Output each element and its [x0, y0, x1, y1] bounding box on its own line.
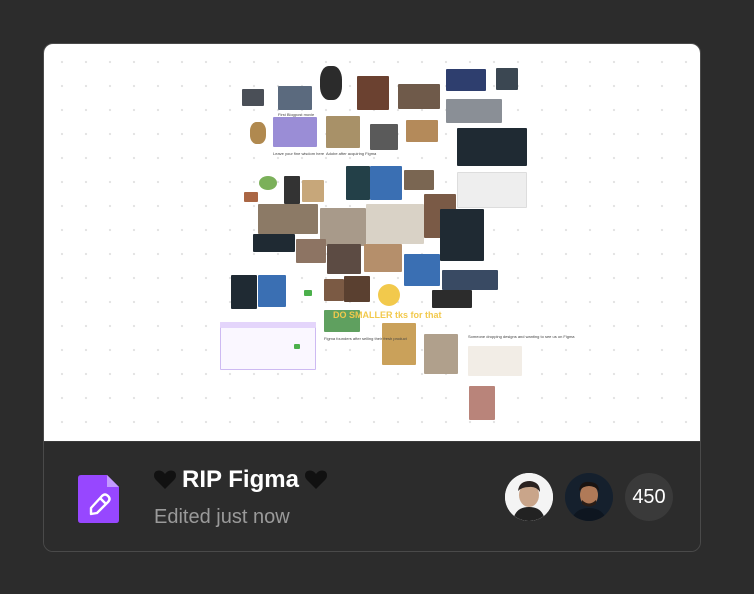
canvas-caption: First Blogpost movie — [278, 112, 315, 117]
collage-image — [326, 116, 360, 148]
collage-image — [496, 68, 518, 90]
collage-image — [258, 204, 318, 234]
collage-image — [344, 276, 370, 302]
collage-image — [406, 120, 438, 142]
collaborator-count[interactable]: 450 — [625, 473, 673, 521]
collage-image — [457, 128, 527, 166]
collage-image — [258, 275, 286, 307]
collage-image — [253, 234, 295, 252]
collage-image — [294, 344, 300, 349]
collage-image — [404, 170, 434, 190]
collage-image — [302, 180, 324, 202]
collage-image — [220, 322, 316, 370]
canvas-caption: Adobe after acquiring Figma — [326, 151, 377, 156]
collage-image — [370, 166, 402, 200]
collage-image — [398, 84, 440, 109]
board-thumbnail[interactable]: First Blogpost movie Leave your fine wis… — [44, 44, 700, 441]
collage-image — [432, 290, 472, 308]
file-title-text: RIP Figma — [182, 466, 299, 493]
user-avatar-image — [565, 473, 613, 521]
canvas-highlight-text: DO SMALLER tks for that — [333, 310, 442, 320]
collage-image — [446, 99, 502, 123]
collage-image — [366, 204, 424, 244]
collage-image — [231, 275, 257, 309]
collage-image — [442, 270, 498, 290]
collage-image — [357, 76, 389, 110]
collage-image — [378, 284, 400, 306]
collage-image — [284, 176, 300, 204]
edited-status: Edited just now — [154, 506, 290, 528]
collage-image — [404, 254, 440, 286]
avatar[interactable] — [565, 473, 613, 521]
collage-image — [304, 290, 312, 296]
black-heart-icon — [154, 470, 176, 489]
file-card[interactable]: First Blogpost movie Leave your fine wis… — [43, 43, 701, 552]
collage-image — [320, 66, 342, 100]
black-heart-icon — [304, 470, 327, 489]
collage-image — [242, 89, 264, 106]
collage-image — [296, 239, 326, 263]
collage-image — [244, 192, 258, 202]
collage-image — [457, 172, 527, 208]
canvas-caption: Someone dropping designs and wanting to … — [468, 334, 575, 339]
collage-image — [469, 386, 495, 420]
collage-image — [424, 334, 458, 374]
collage-image — [440, 209, 484, 261]
collage-image — [320, 208, 366, 246]
canvas-caption: Figma founders after selling their fresh… — [324, 336, 407, 341]
figjam-file-icon — [78, 475, 119, 523]
collage-image — [364, 244, 402, 272]
collage-image — [278, 86, 312, 110]
file-title[interactable]: RIP Figma — [154, 466, 327, 494]
collage-image — [446, 69, 486, 91]
collage-image — [259, 176, 277, 190]
collage-image — [468, 346, 522, 376]
collage-image — [346, 166, 370, 200]
collage-image — [324, 279, 344, 301]
collage-image — [250, 122, 266, 144]
collage-image — [382, 323, 416, 365]
user-avatar-image — [505, 473, 553, 521]
collage-image — [327, 244, 361, 274]
card-footer: RIP Figma Edited just now 450 — [44, 441, 700, 551]
collage-image — [220, 322, 316, 328]
collage-image — [273, 117, 317, 147]
collage-image — [370, 124, 398, 150]
canvas-caption: Leave your fine wisdom here — [273, 151, 325, 156]
avatar[interactable] — [505, 473, 553, 521]
